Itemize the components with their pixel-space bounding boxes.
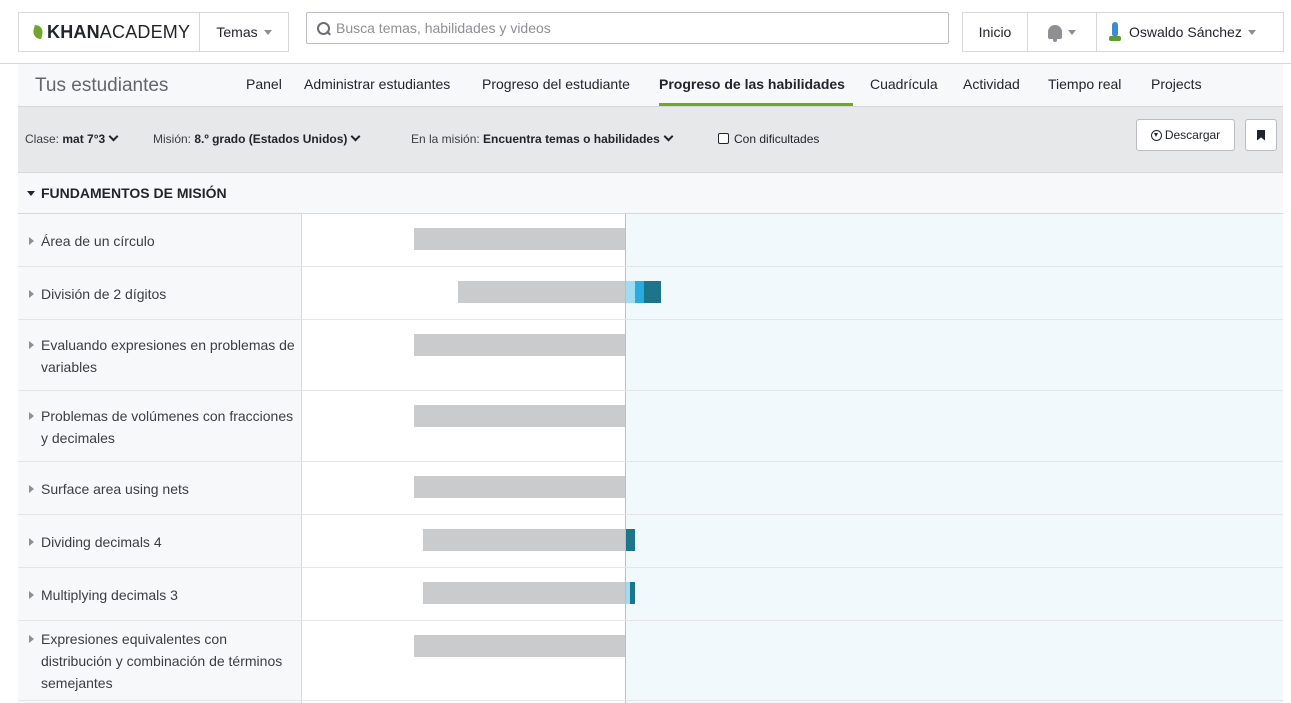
level2-bar[interactable]	[626, 529, 635, 551]
chevron-down-icon	[663, 131, 674, 142]
skill-row[interactable]: Área de un círculo	[18, 214, 1283, 267]
topics-dropdown[interactable]: Temas	[199, 12, 289, 52]
khan-academy-logo[interactable]: KHANACADEMY	[18, 12, 199, 52]
tab-2[interactable]: Administrar estudiantes	[304, 76, 450, 92]
skill-label[interactable]: Dividing decimals 4	[27, 515, 297, 568]
caret-down-icon	[263, 29, 272, 35]
skill-row[interactable]: Surface area using nets	[18, 462, 1283, 515]
search-field[interactable]	[306, 12, 949, 44]
level1-bar[interactable]	[634, 281, 644, 303]
collapse-triangle-icon	[27, 191, 35, 196]
skill-name: Expresiones equivalentes con distribució…	[27, 628, 297, 694]
leaf-icon	[31, 25, 45, 39]
mission-filter[interactable]: Misión: 8.º grado (Estados Unidos)	[153, 131, 361, 146]
skill-name: Evaluando expresiones en problemas de va…	[27, 334, 297, 378]
skill-name: Problemas de volúmenes con fracciones y …	[27, 405, 297, 449]
skill-label[interactable]: Multiplying decimals 3	[27, 568, 297, 621]
skills-progress-grid: Área de un círculo División de 2 dígitos E…	[18, 214, 1283, 703]
topics-label: Temas	[216, 24, 258, 40]
download-icon	[1150, 129, 1162, 141]
skill-row[interactable]: Problemas de volúmenes con fracciones y …	[18, 391, 1283, 462]
skill-row[interactable]: División de 2 dígitos	[18, 267, 1283, 320]
bookmark-icon	[1257, 129, 1265, 141]
tab-1[interactable]: Panel	[246, 76, 282, 92]
active-tab-indicator	[659, 103, 853, 106]
home-button[interactable]: Inicio	[962, 12, 1028, 52]
checkbox-icon[interactable]	[718, 133, 729, 144]
in-mission-filter[interactable]: En la misión: Encuentra temas o habilida…	[411, 131, 674, 146]
skill-label[interactable]: Área de un círculo	[27, 214, 297, 267]
skill-row[interactable]: Multiplying decimals 3	[18, 568, 1283, 621]
level2-bar[interactable]	[643, 281, 662, 303]
not-started-bar[interactable]	[413, 476, 625, 498]
user-menu[interactable]: Oswaldo Sánchez	[1096, 12, 1284, 52]
skill-name: Multiplying decimals 3	[27, 584, 178, 606]
notifications-button[interactable]	[1028, 12, 1096, 52]
not-started-bar[interactable]	[422, 582, 625, 604]
caret-down-icon	[1247, 29, 1256, 35]
skill-label[interactable]: Problemas de volúmenes con fracciones y …	[27, 391, 297, 462]
coach-subnav: Tus estudiantes Panel Administrar estudia…	[18, 64, 1283, 107]
skill-row[interactable]: Dividing decimals 4	[18, 515, 1283, 568]
tab-3[interactable]: Progreso del estudiante	[482, 76, 630, 92]
filter-bar: Clase: mat 7°3 Misión: 8.º grado (Estado…	[18, 107, 1283, 173]
skill-label[interactable]: Evaluando expresiones en problemas de va…	[27, 320, 297, 391]
not-started-bar[interactable]	[413, 635, 625, 657]
bookmark-button[interactable]	[1245, 119, 1277, 151]
not-started-bar[interactable]	[413, 228, 625, 250]
top-navbar: KHANACADEMY Temas Inicio Oswaldo Sánchez	[0, 0, 1291, 64]
section-header[interactable]: FUNDAMENTOS DE MISIÓN	[18, 173, 1283, 214]
skill-name: Dividing decimals 4	[27, 531, 162, 553]
class-filter[interactable]: Clase: mat 7°3	[25, 131, 119, 146]
tab-7[interactable]: Tiempo real	[1048, 76, 1121, 92]
user-name: Oswaldo Sánchez	[1129, 24, 1242, 40]
search-input[interactable]	[336, 20, 916, 36]
level2-bar[interactable]	[630, 582, 635, 604]
search-icon	[317, 21, 330, 35]
skill-label[interactable]: División de 2 dígitos	[27, 267, 297, 320]
struggling-checkbox[interactable]: Con dificultades	[718, 132, 819, 146]
skill-name: Área de un círculo	[27, 230, 155, 252]
skill-name: Surface area using nets	[27, 478, 189, 500]
download-button[interactable]: Descargar	[1136, 119, 1235, 151]
caret-down-icon	[1068, 29, 1076, 35]
skill-label[interactable]: Surface area using nets	[27, 462, 297, 515]
not-started-bar[interactable]	[422, 529, 625, 551]
chevron-down-icon	[108, 131, 119, 142]
tab-6[interactable]: Actividad	[963, 76, 1020, 92]
not-started-bar[interactable]	[413, 405, 625, 427]
skill-label[interactable]: Expresiones equivalentes con distribució…	[27, 621, 297, 701]
skill-row[interactable]: Evaluando expresiones en problemas de va…	[18, 320, 1283, 391]
not-started-bar[interactable]	[457, 281, 625, 303]
skill-row[interactable]: Expresiones equivalentes con distribució…	[18, 621, 1283, 701]
not-started-bar[interactable]	[413, 334, 625, 356]
tab-4[interactable]: Progreso de las habilidades	[659, 76, 845, 92]
tab-8[interactable]: Projects	[1151, 76, 1202, 92]
bell-icon	[1048, 25, 1062, 42]
avatar	[1109, 22, 1121, 42]
tab-5[interactable]: Cuadrícula	[870, 76, 938, 92]
chevron-down-icon	[350, 131, 361, 142]
skill-name: División de 2 dígitos	[27, 283, 166, 305]
practiced-bar[interactable]	[626, 281, 635, 303]
